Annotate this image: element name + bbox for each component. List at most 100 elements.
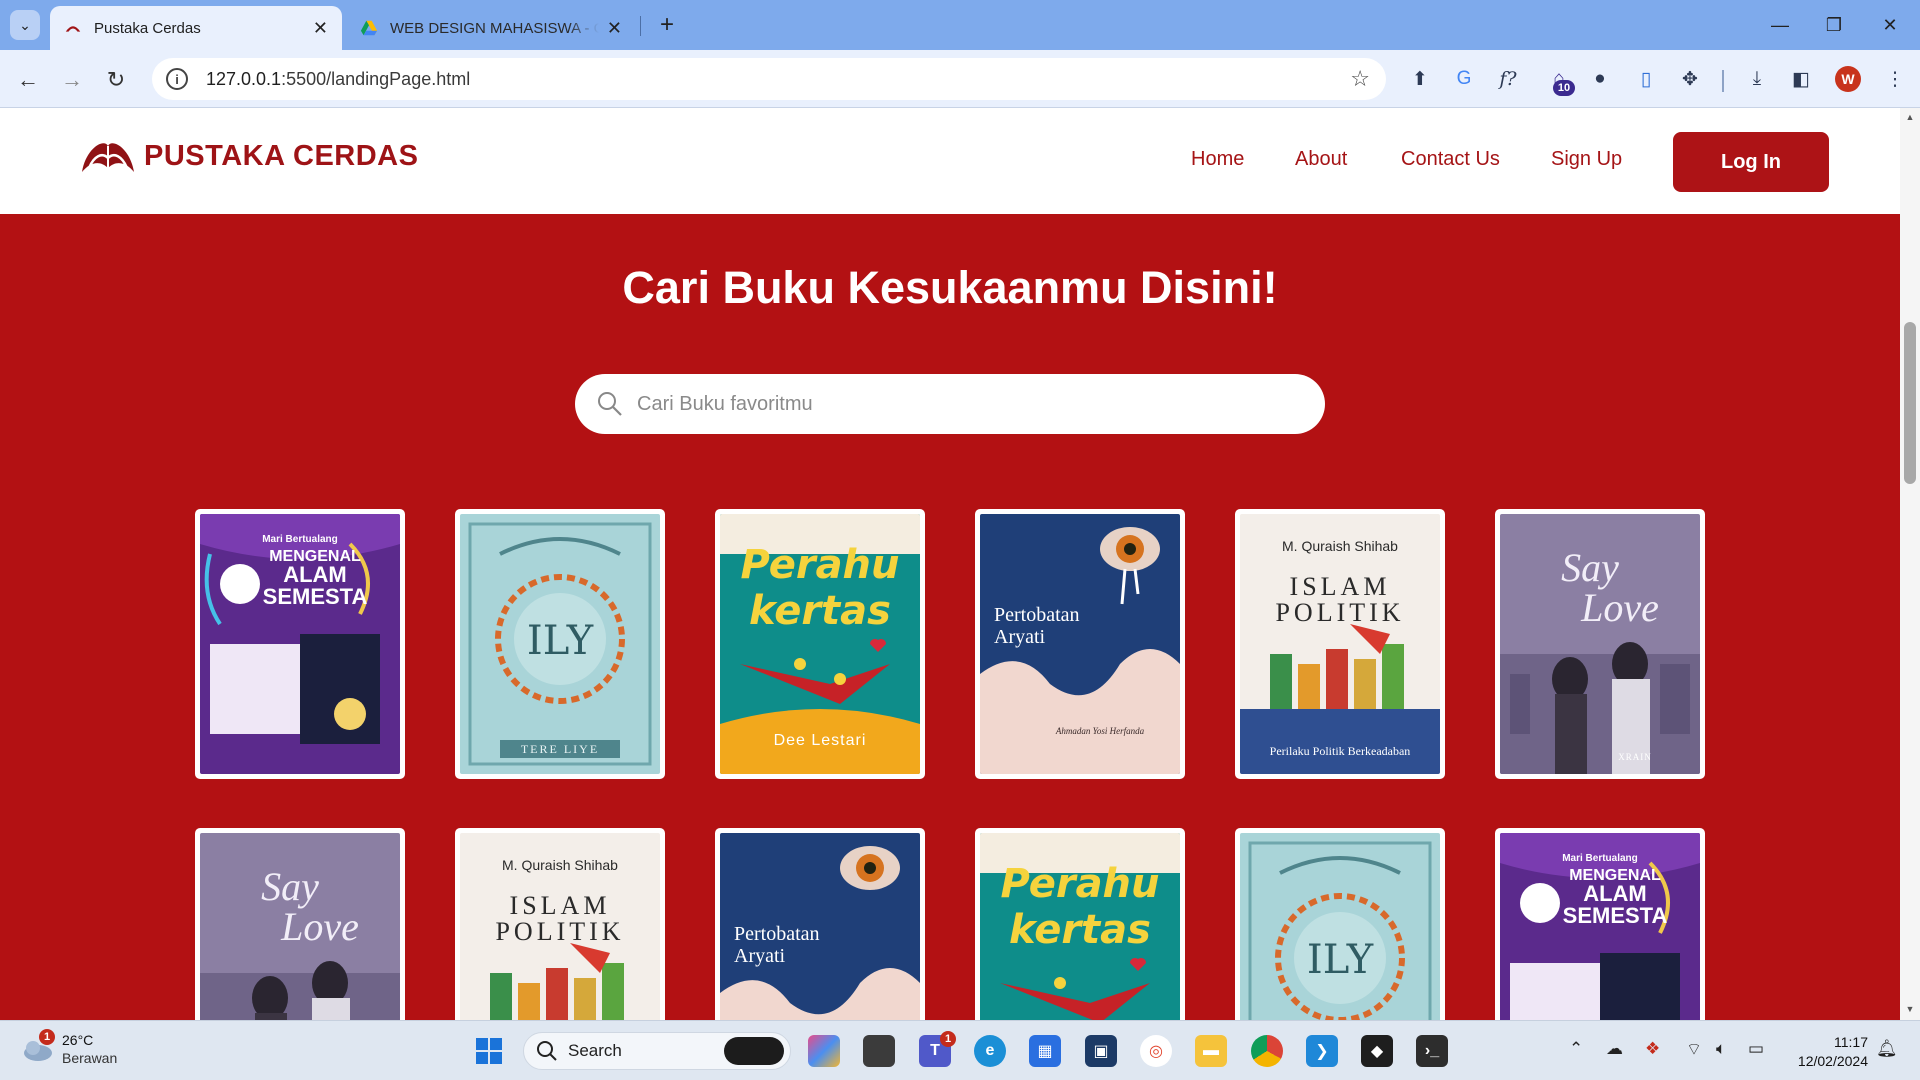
scroll-down-icon[interactable]: ▼ [1904,1004,1916,1014]
book-card[interactable]: Mari Bertualang MENGENAL ALAM SEMESTA [1495,828,1705,1020]
close-window-icon[interactable]: ✕ [1870,10,1910,40]
chrome-icon[interactable] [1251,1035,1283,1067]
svg-text:ILY: ILY [527,618,594,664]
copilot-pre-icon[interactable] [808,1035,840,1067]
book-logo-icon [82,143,134,172]
book-cover-alam-semesta: Mari Bertualang MENGENAL ALAM SEMESTA [1500,833,1700,1020]
tab-divider [640,16,641,36]
store-icon[interactable]: ▦ [1029,1035,1061,1067]
restore-icon[interactable]: ❐ [1814,10,1854,40]
extension-upload-icon[interactable]: ⬆ [1405,64,1435,94]
book-card[interactable]: M. Quraish Shihab ISLAM POLITIK [455,828,665,1020]
tab-close-icon[interactable]: ✕ [313,18,328,39]
weather-condition: Berawan [62,1050,118,1066]
taskbar-search-label: Search [568,1041,622,1060]
clock-date: 12/02/2024 [1797,1053,1868,1069]
figma-icon[interactable]: ◆ [1361,1035,1393,1067]
menu-kebab-icon[interactable]: ⋮ [1880,64,1910,94]
book-cover-pertobatan-aryati: Pertobatan Aryati [720,833,920,1020]
forward-arrow-icon[interactable]: → [56,64,88,96]
book-cover-ily: ILY TERE LIYE [460,514,660,774]
edge-icon[interactable]: e [974,1035,1006,1067]
toolbar-divider [1722,70,1724,92]
book-card[interactable]: Pertobatan Aryati Ahmadan Yosi Herfanda [975,509,1185,779]
reload-icon[interactable]: ↻ [100,64,132,96]
onedrive-icon[interactable]: ☁ [1606,1039,1623,1059]
book-card[interactable]: Mari Bertualang MENGENAL ALAM SEMESTA [195,509,405,779]
clipboard-extension-icon[interactable]: ▯ [1631,64,1661,94]
extension-count-badge: 10 [1553,80,1575,96]
dropbox-icon[interactable]: ❖ [1645,1039,1660,1059]
site-header: PUSTAKA CERDAS Home About Contact Us Sig… [0,108,1900,214]
bookmark-star-icon[interactable]: ☆ [1350,66,1370,92]
windows-start-icon[interactable] [473,1035,505,1067]
taskbar-search[interactable]: Search [523,1032,791,1070]
battery-icon[interactable]: ▭ [1748,1039,1764,1059]
search-input[interactable] [637,392,1287,416]
address-bar[interactable]: i 127.0.0.1:5500/landingPage.html ☆ [152,58,1386,100]
google-drive-icon [360,20,378,36]
font-finder-icon[interactable]: f? [1493,64,1523,94]
nav-about[interactable]: About [1295,148,1347,171]
login-button[interactable]: Log In [1673,132,1829,192]
tab-title: WEB DESIGN MAHASISWA - Go [390,19,599,37]
book-card[interactable]: ILY TERE LIYE [455,509,665,779]
nav-home[interactable]: Home [1191,148,1244,171]
weather-temperature: 26°C [62,1032,94,1048]
tab-search-chevron-icon[interactable]: ⌄ [10,10,40,40]
new-tab-plus-icon[interactable]: + [652,10,682,40]
search-icon [598,392,622,416]
nav-contact-us[interactable]: Contact Us [1401,148,1500,171]
minimize-icon[interactable]: — [1760,10,1800,40]
opera-icon[interactable]: ◎ [1140,1035,1172,1067]
notification-bell-icon[interactable]: 🔔︎ [1876,1039,1898,1059]
scroll-up-icon[interactable]: ▲ [1904,112,1916,122]
hero-title: Cari Buku Kesukaanmu Disini! [622,262,1278,313]
clock-time: 11:17 [1834,1034,1868,1050]
book-card[interactable]: Say Love [195,828,405,1020]
file-explorer-icon[interactable]: ▬ [1195,1035,1227,1067]
tab-web-design[interactable]: WEB DESIGN MAHASISWA - Go ✕ [346,6,636,50]
book-card[interactable]: Perahu kertas [975,828,1185,1020]
book-card[interactable]: ILY [1235,828,1445,1020]
extensions-puzzle-icon[interactable]: ✥ [1675,64,1705,94]
book-card[interactable]: Perahu kertas Dee Lestari [715,509,925,779]
taskbar-clock[interactable]: 11:17 12/02/2024 [1778,1033,1868,1071]
book-card[interactable]: Say Love XRAIN [1495,509,1705,779]
brand-logo[interactable]: PUSTAKA CERDAS [80,132,418,180]
url-text[interactable]: 127.0.0.1:5500/landingPage.html [206,69,470,90]
nav-sign-up[interactable]: Sign Up [1551,148,1622,171]
page-viewport: PUSTAKA CERDAS Home About Contact Us Sig… [0,108,1900,1020]
page-scrollbar[interactable]: ▲ ▼ [1900,108,1920,1020]
teams-badge: 1 [940,1031,956,1047]
back-arrow-icon[interactable]: ← [12,64,44,96]
tab-title: Pustaka Cerdas [94,19,201,37]
site-info-icon[interactable]: i [166,68,188,90]
windows-taskbar: 26°C Berawan 1 Search T 1 e ▦ ▣ ◎ ▬ ❯ ◆ … [0,1020,1920,1080]
browser-tab-bar: ⌄ Pustaka Cerdas ✕ WEB DESIGN MAHASISWA … [0,0,1920,50]
volume-icon[interactable]: 🔈︎ [1716,1039,1726,1059]
book-cover-islam-politik: M. Quraish Shihab ISLAM POLITIK [460,833,660,1020]
download-icon[interactable]: ⤓ [1742,64,1772,94]
show-hidden-icons-chevron[interactable]: ⌃ [1569,1039,1583,1059]
book-card[interactable]: Pertobatan Aryati [715,828,925,1020]
book-card[interactable]: M. Quraish Shihab ISLAM POLITIK Perilaku… [1235,509,1445,779]
vscode-icon[interactable]: ❯ [1306,1035,1338,1067]
weather-widget[interactable]: 26°C Berawan [20,1031,117,1067]
task-view-icon[interactable] [863,1035,895,1067]
scrollbar-thumb[interactable] [1904,322,1916,484]
book-cover-islam-politik: M. Quraish Shihab ISLAM POLITIK Perilaku… [1240,514,1440,774]
cursor-extension-icon[interactable]: ● [1585,64,1615,94]
tab-close-icon[interactable]: ✕ [607,18,622,39]
azure-data-studio-icon[interactable]: ▣ [1085,1035,1117,1067]
tab-pustaka-cerdas[interactable]: Pustaka Cerdas ✕ [50,6,342,50]
weather-badge: 1 [39,1029,55,1045]
terminal-icon[interactable]: ›_ [1416,1035,1448,1067]
copilot-icon[interactable] [724,1037,784,1065]
wifi-icon[interactable]: ⌔ [1686,1039,1702,1060]
book-cover-say-love: Say Love XRAIN [1500,514,1700,774]
side-panel-icon[interactable]: ◧ [1786,64,1816,94]
translate-icon[interactable]: G [1449,64,1479,94]
profile-avatar[interactable]: W [1835,66,1861,92]
book-search-bar[interactable] [575,374,1325,434]
